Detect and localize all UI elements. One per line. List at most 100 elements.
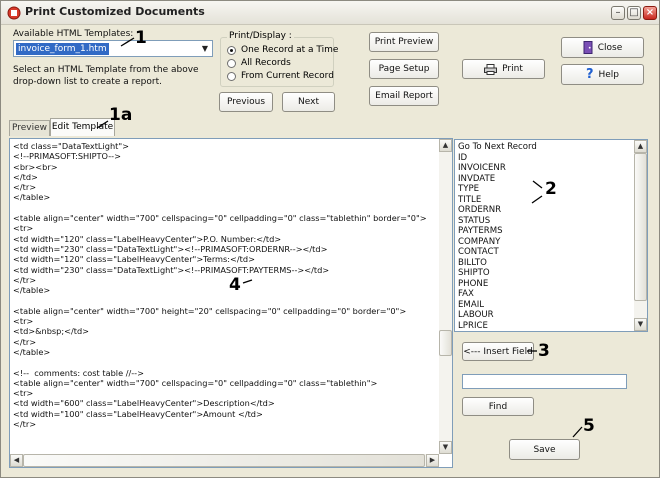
code-line: <!--PRIMASOFT:SHIPTO--> xyxy=(13,151,121,162)
code-line: <td class="DataTextLight"> xyxy=(13,141,129,151)
maximize-button[interactable]: □ xyxy=(627,6,641,20)
find-button[interactable]: Find xyxy=(462,397,534,416)
title-bar[interactable]: Print Customized Documents – □ × xyxy=(1,1,659,25)
code-line: <td width="230" class="DataTextLight"><!… xyxy=(13,264,330,275)
callout-3: 3 xyxy=(538,341,550,361)
print-display-title: Print/Display : xyxy=(227,31,294,41)
field-list-scroll-thumb[interactable] xyxy=(634,153,647,301)
find-input[interactable] xyxy=(462,374,627,389)
code-line: <table align="center" width="700" height… xyxy=(13,305,407,316)
code-line: <table align="center" width="700" cellsp… xyxy=(13,213,427,224)
door-icon xyxy=(583,41,593,54)
minimize-button[interactable]: – xyxy=(611,6,625,20)
editor-vertical-scrollbar[interactable]: ▲ ▼ xyxy=(439,139,452,454)
chevron-down-icon[interactable]: ▼ xyxy=(198,41,212,56)
code-line: </table> xyxy=(13,285,51,296)
previous-button[interactable]: Previous xyxy=(219,92,273,112)
code-line: </td> xyxy=(13,171,38,182)
field-list-item[interactable]: EMAIL xyxy=(458,300,537,311)
page-setup-button[interactable]: Page Setup xyxy=(369,59,439,79)
field-list-item[interactable]: INVDATE xyxy=(458,174,537,185)
code-line: <td width="120" class="LabelHeavyCenter"… xyxy=(13,233,282,244)
field-list-item[interactable]: Go To Next Record xyxy=(458,142,537,153)
field-list-item[interactable]: LABOUR xyxy=(458,310,537,321)
scroll-down-icon[interactable]: ▼ xyxy=(634,318,647,331)
field-list-item[interactable]: STATUS xyxy=(458,216,537,227)
scroll-right-icon[interactable]: ▶ xyxy=(426,454,439,467)
template-dropdown[interactable]: invoice_form_1.htm ▼ xyxy=(13,40,213,57)
close-button-label: Close xyxy=(597,42,623,53)
tab-preview[interactable]: Preview xyxy=(9,120,50,136)
close-window-button[interactable]: × xyxy=(643,6,657,20)
editor-scroll-thumb[interactable] xyxy=(439,330,452,356)
editor-horizontal-scrollbar[interactable]: ◀ ▶ xyxy=(10,454,439,467)
template-editor[interactable]: <td class="DataTextLight"> <!--PRIMASOFT:… xyxy=(9,138,453,468)
save-button[interactable]: Save xyxy=(509,439,580,460)
code-line: </table> xyxy=(13,192,51,203)
radio-label: From Current Record xyxy=(241,71,334,81)
code-line: <tr> xyxy=(13,388,34,399)
next-button[interactable]: Next xyxy=(282,92,335,112)
field-list[interactable]: Go To Next Record ID INVOICENR INVDATE TYPE T… xyxy=(454,139,648,332)
template-code[interactable]: <td class="DataTextLight"> <!--PRIMASOFT:… xyxy=(13,141,438,454)
editor-hscroll-thumb[interactable] xyxy=(23,454,425,467)
tab-edit-template[interactable]: Edit Template xyxy=(50,118,115,136)
callout-5: 5 xyxy=(583,416,595,436)
code-line: <table align="center" width="700" cellsp… xyxy=(13,377,378,388)
callout-2: 2 xyxy=(545,179,557,199)
radio-all-records[interactable]: All Records xyxy=(227,57,291,69)
radio-one-record[interactable]: One Record at a Time xyxy=(227,44,338,56)
help-button-label: Help xyxy=(598,69,620,80)
radio-button-checked[interactable] xyxy=(227,45,236,55)
scroll-up-icon[interactable]: ▲ xyxy=(634,140,647,153)
code-line: <tr> xyxy=(13,316,34,327)
code-line: <br><br> xyxy=(13,161,58,172)
scroll-left-icon[interactable]: ◀ xyxy=(10,454,23,467)
field-list-item[interactable]: ID xyxy=(458,153,537,164)
code-line: <!-- comments: cost table //--> xyxy=(13,367,144,378)
field-list-scrollbar[interactable]: ▲ ▼ xyxy=(634,140,647,331)
field-list-item[interactable]: TITLE xyxy=(458,195,537,206)
callout-1: 1 xyxy=(135,28,147,48)
email-report-button[interactable]: Email Report xyxy=(369,86,439,106)
template-selected-value: invoice_form_1.htm xyxy=(16,43,109,55)
code-line: <td>&nbsp;</td> xyxy=(13,326,90,337)
code-line: </table> xyxy=(13,346,51,357)
code-line: </tr> xyxy=(13,182,37,193)
callout-1a: 1a xyxy=(109,105,133,125)
field-list-item[interactable]: ORDERNR xyxy=(458,205,537,216)
radio-from-current[interactable]: From Current Record xyxy=(227,70,334,82)
radio-label: One Record at a Time xyxy=(241,45,339,55)
code-line: <tr> xyxy=(13,223,34,234)
print-button-label: Print xyxy=(502,64,523,74)
radio-button[interactable] xyxy=(227,58,236,68)
radio-button[interactable] xyxy=(227,71,236,81)
scroll-up-icon[interactable]: ▲ xyxy=(439,139,452,152)
field-list-item[interactable]: PHONE xyxy=(458,279,537,290)
print-button[interactable]: Print xyxy=(462,59,545,79)
code-line: </tr> xyxy=(13,419,37,430)
field-list-item[interactable]: FAX xyxy=(458,289,537,300)
code-line: </tr> xyxy=(13,336,37,347)
app-icon xyxy=(7,6,21,20)
field-list-item[interactable]: CONTACT xyxy=(458,247,537,258)
code-line: </tr> xyxy=(13,274,37,285)
insert-field-button[interactable]: <--- Insert Field xyxy=(462,342,534,361)
code-line: <td width="120" class="LabelHeavyCenter"… xyxy=(13,254,255,265)
field-list-item[interactable]: TYPE xyxy=(458,184,537,195)
printer-icon xyxy=(484,63,498,75)
field-list-item[interactable]: INVOICENR xyxy=(458,163,537,174)
print-preview-button[interactable]: Print Preview xyxy=(369,32,439,52)
field-list-item[interactable]: LPRICE xyxy=(458,321,537,332)
field-list-item[interactable]: SHIPTO xyxy=(458,268,537,279)
field-list-item[interactable]: BILLTO xyxy=(458,258,537,269)
scroll-down-icon[interactable]: ▼ xyxy=(439,441,452,454)
close-button[interactable]: Close xyxy=(561,37,644,58)
callout-4: 4 xyxy=(229,275,241,295)
field-list-item[interactable]: COMPANY xyxy=(458,237,537,248)
help-button[interactable]: ? Help xyxy=(561,64,644,85)
field-list-item[interactable]: PAYTERMS xyxy=(458,226,537,237)
